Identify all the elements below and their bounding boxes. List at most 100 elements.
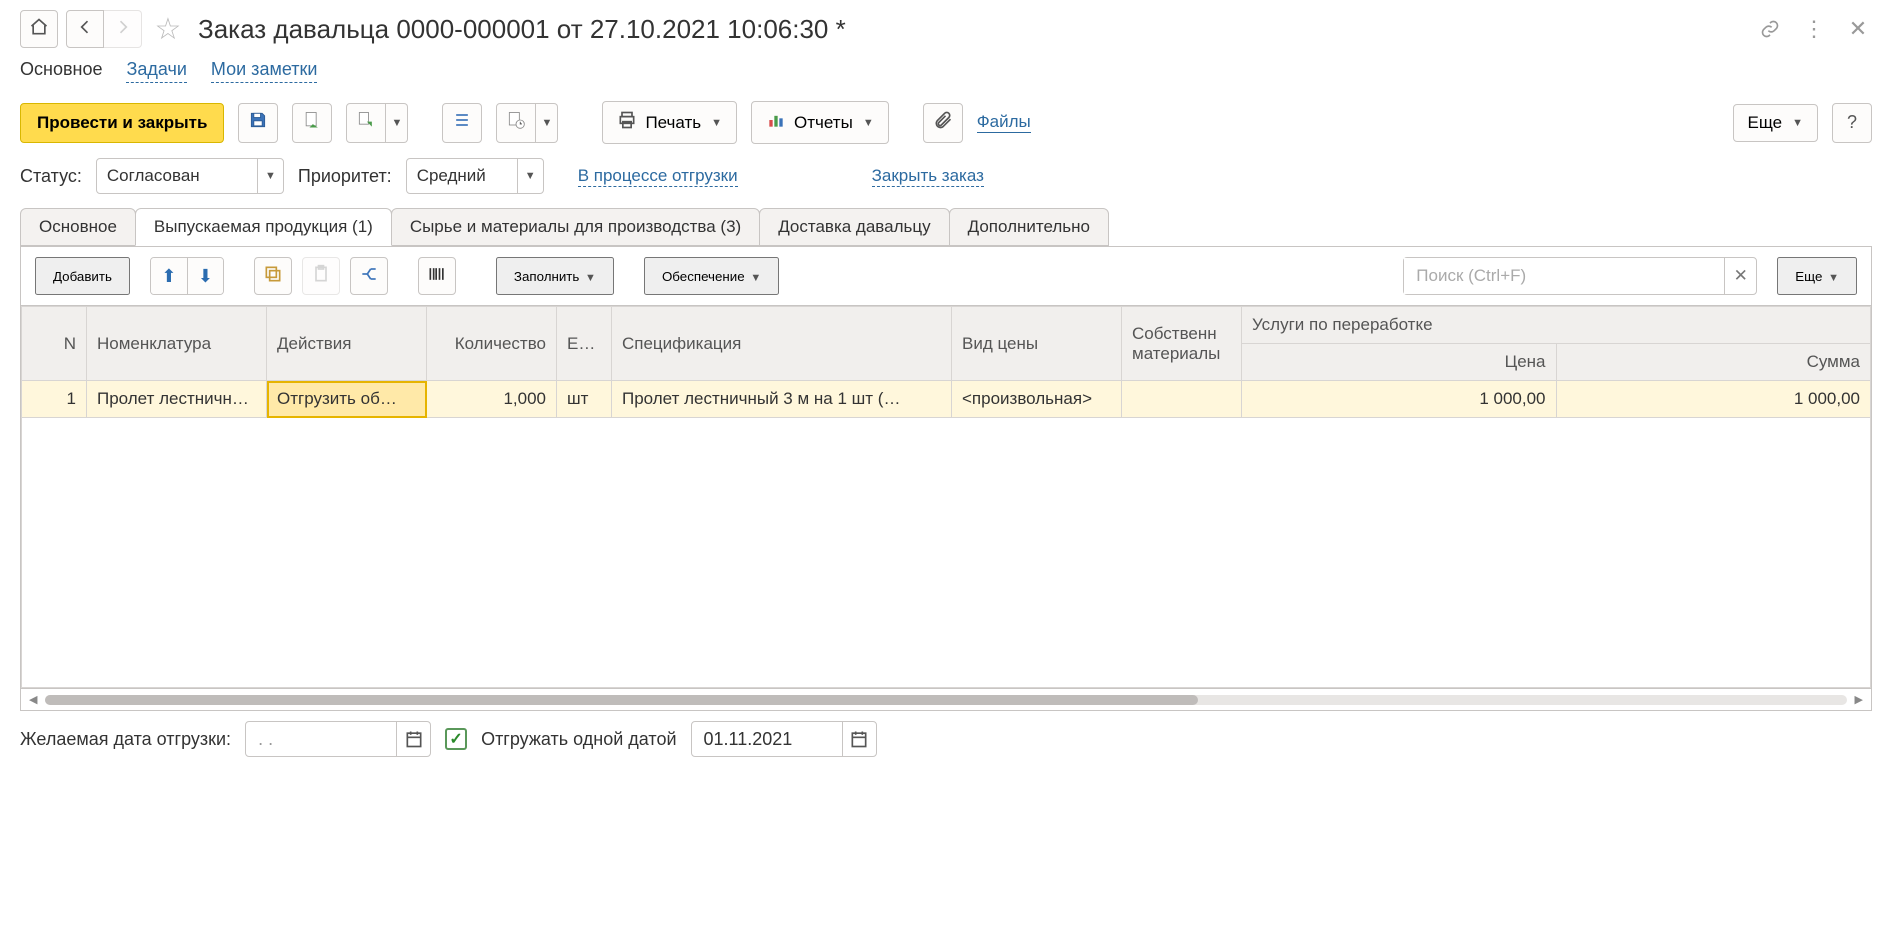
attach-button[interactable]: [923, 103, 963, 143]
th-price[interactable]: Цена: [1242, 344, 1557, 381]
split-button[interactable]: [350, 257, 388, 295]
close-icon[interactable]: ✕: [1844, 15, 1872, 43]
th-own-materials[interactable]: Собственн материалы: [1122, 307, 1242, 381]
scroll-left-icon[interactable]: ◀: [29, 693, 37, 706]
fill-button[interactable]: Заполнить ▼: [496, 257, 614, 295]
cell-price[interactable]: 1 000,00: [1242, 381, 1557, 418]
kebab-icon[interactable]: ⋮: [1800, 15, 1828, 43]
caret-down-icon[interactable]: ▼: [257, 159, 283, 193]
inner-more-button[interactable]: Еще ▼: [1777, 257, 1857, 295]
tab-extra[interactable]: Дополнительно: [949, 208, 1109, 246]
reports-button[interactable]: Отчеты ▼: [751, 101, 889, 144]
document-clock-icon: [506, 110, 526, 135]
desired-date-label: Желаемая дата отгрузки:: [20, 729, 231, 750]
desired-date-input[interactable]: . .: [245, 721, 431, 757]
ship-single-checkbox[interactable]: ✓: [445, 728, 467, 750]
close-order-link[interactable]: Закрыть заказ: [872, 166, 984, 187]
print-button[interactable]: Печать ▼: [602, 101, 737, 144]
th-n[interactable]: N: [22, 307, 87, 381]
tab-delivery[interactable]: Доставка давальцу: [759, 208, 949, 246]
tab-products[interactable]: Выпускаемая продукция (1): [135, 208, 392, 246]
add-button[interactable]: Добавить: [35, 257, 130, 295]
subnav-tasks[interactable]: Задачи: [126, 59, 186, 83]
cell-actions[interactable]: Отгрузить об…: [267, 381, 427, 418]
th-services[interactable]: Услуги по переработке: [1242, 307, 1871, 344]
barcode-button[interactable]: [418, 257, 456, 295]
th-actions[interactable]: Действия: [267, 307, 427, 381]
calendar-icon[interactable]: [842, 722, 876, 756]
post-and-close-button[interactable]: Провести и закрыть: [20, 103, 224, 143]
structure-button[interactable]: [442, 103, 482, 143]
cell-price-type[interactable]: <произвольная>: [952, 381, 1122, 418]
priority-value: Средний: [407, 159, 517, 193]
home-icon: [29, 17, 49, 42]
caret-down-icon: ▼: [863, 117, 874, 129]
th-spec[interactable]: Спецификация: [612, 307, 952, 381]
provision-button[interactable]: Обеспечение ▼: [644, 257, 779, 295]
tab-raw[interactable]: Сырье и материалы для производства (3): [391, 208, 760, 246]
print-label: Печать: [645, 113, 701, 133]
subnav-notes[interactable]: Мои заметки: [211, 59, 318, 83]
move-down-button[interactable]: ⬇: [187, 258, 223, 294]
reports-label: Отчеты: [794, 113, 853, 133]
desired-date-value: . .: [246, 722, 396, 756]
scroll-right-icon[interactable]: ▶: [1855, 693, 1863, 706]
caret-down-icon: ▼: [750, 272, 761, 284]
post-button[interactable]: [292, 103, 332, 143]
inner-more-label: Еще: [1795, 269, 1822, 284]
th-sum[interactable]: Сумма: [1556, 344, 1871, 381]
th-unit[interactable]: Ед. изм.: [557, 307, 612, 381]
horizontal-scrollbar[interactable]: ◀ ▶: [20, 689, 1872, 711]
arrow-right-icon: [113, 17, 133, 42]
create-based-on-caret[interactable]: ▼: [386, 103, 408, 143]
calendar-button[interactable]: [496, 103, 536, 143]
files-link[interactable]: Файлы: [977, 112, 1031, 133]
paste-button[interactable]: [302, 257, 340, 295]
ship-single-label: Отгружать одной датой: [481, 729, 676, 750]
help-label: ?: [1847, 112, 1857, 133]
post-icon: [302, 110, 322, 135]
cell-sum[interactable]: 1 000,00: [1556, 381, 1871, 418]
help-button[interactable]: ?: [1832, 103, 1872, 143]
copy-icon: [263, 264, 283, 289]
shipping-status-link[interactable]: В процессе отгрузки: [578, 166, 738, 187]
page-title: Заказ давальца 0000-000001 от 27.10.2021…: [198, 14, 846, 45]
copy-button[interactable]: [254, 257, 292, 295]
cell-qty[interactable]: 1,000: [427, 381, 557, 418]
home-button[interactable]: [20, 10, 58, 48]
save-icon: [248, 110, 268, 135]
priority-select[interactable]: Средний ▼: [406, 158, 544, 194]
back-button[interactable]: [66, 10, 104, 48]
tab-main[interactable]: Основное: [20, 208, 136, 246]
ship-date-input[interactable]: 01.11.2021: [691, 721, 877, 757]
document-arrow-icon: [356, 110, 376, 135]
scrollbar-thumb[interactable]: [45, 695, 1198, 705]
calendar-caret[interactable]: ▼: [536, 103, 558, 143]
subnav-main[interactable]: Основное: [20, 59, 102, 83]
status-select[interactable]: Согласован ▼: [96, 158, 284, 194]
move-up-button[interactable]: ⬆: [151, 258, 187, 294]
th-price-type[interactable]: Вид цены: [952, 307, 1122, 381]
cell-nomen[interactable]: Пролет лестничн…: [87, 381, 267, 418]
cell-n[interactable]: 1: [22, 381, 87, 418]
fill-label: Заполнить: [514, 269, 579, 284]
cell-unit[interactable]: шт: [557, 381, 612, 418]
forward-button[interactable]: [104, 10, 142, 48]
table-row[interactable]: 1 Пролет лестничн… Отгрузить об… 1,000 ш…: [22, 381, 1871, 418]
priority-label: Приоритет:: [298, 166, 392, 187]
cell-own-materials[interactable]: [1122, 381, 1242, 418]
create-based-on-button[interactable]: [346, 103, 386, 143]
provision-label: Обеспечение: [662, 269, 745, 284]
th-nomen[interactable]: Номенклатура: [87, 307, 267, 381]
th-qty[interactable]: Количество: [427, 307, 557, 381]
cell-spec[interactable]: Пролет лестничный 3 м на 1 шт (…: [612, 381, 952, 418]
caret-down-icon[interactable]: ▼: [517, 159, 543, 193]
search-input[interactable]: [1404, 258, 1724, 294]
calendar-icon[interactable]: [396, 722, 430, 756]
more-button[interactable]: Еще ▼: [1733, 104, 1818, 142]
clear-search-button[interactable]: ✕: [1724, 258, 1756, 294]
save-button[interactable]: [238, 103, 278, 143]
link-icon[interactable]: [1756, 15, 1784, 43]
printer-icon: [617, 110, 637, 135]
favorite-button[interactable]: ☆: [150, 11, 186, 47]
